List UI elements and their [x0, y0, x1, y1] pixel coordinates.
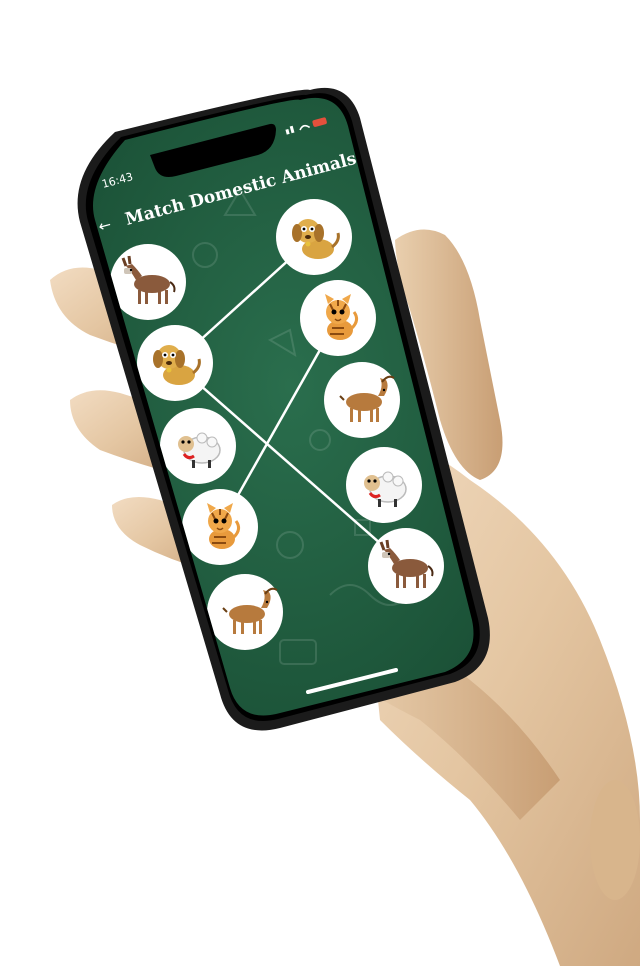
right-card-dog[interactable] [276, 199, 352, 275]
scene: 16:43 ← Match Domestic Animals [50, 87, 640, 966]
stage: 16:43 ← Match Domestic Animals [0, 0, 640, 966]
left-card-donkey[interactable] [110, 244, 186, 320]
right-card-goat[interactable] [324, 362, 400, 438]
right-card-donkey[interactable] [368, 528, 444, 604]
left-card-cat[interactable] [182, 489, 258, 565]
left-card-dog[interactable] [137, 325, 213, 401]
left-card-sheep[interactable] [160, 408, 236, 484]
right-card-sheep[interactable] [346, 447, 422, 523]
left-card-goat[interactable] [207, 574, 283, 650]
right-card-cat[interactable] [300, 280, 376, 356]
